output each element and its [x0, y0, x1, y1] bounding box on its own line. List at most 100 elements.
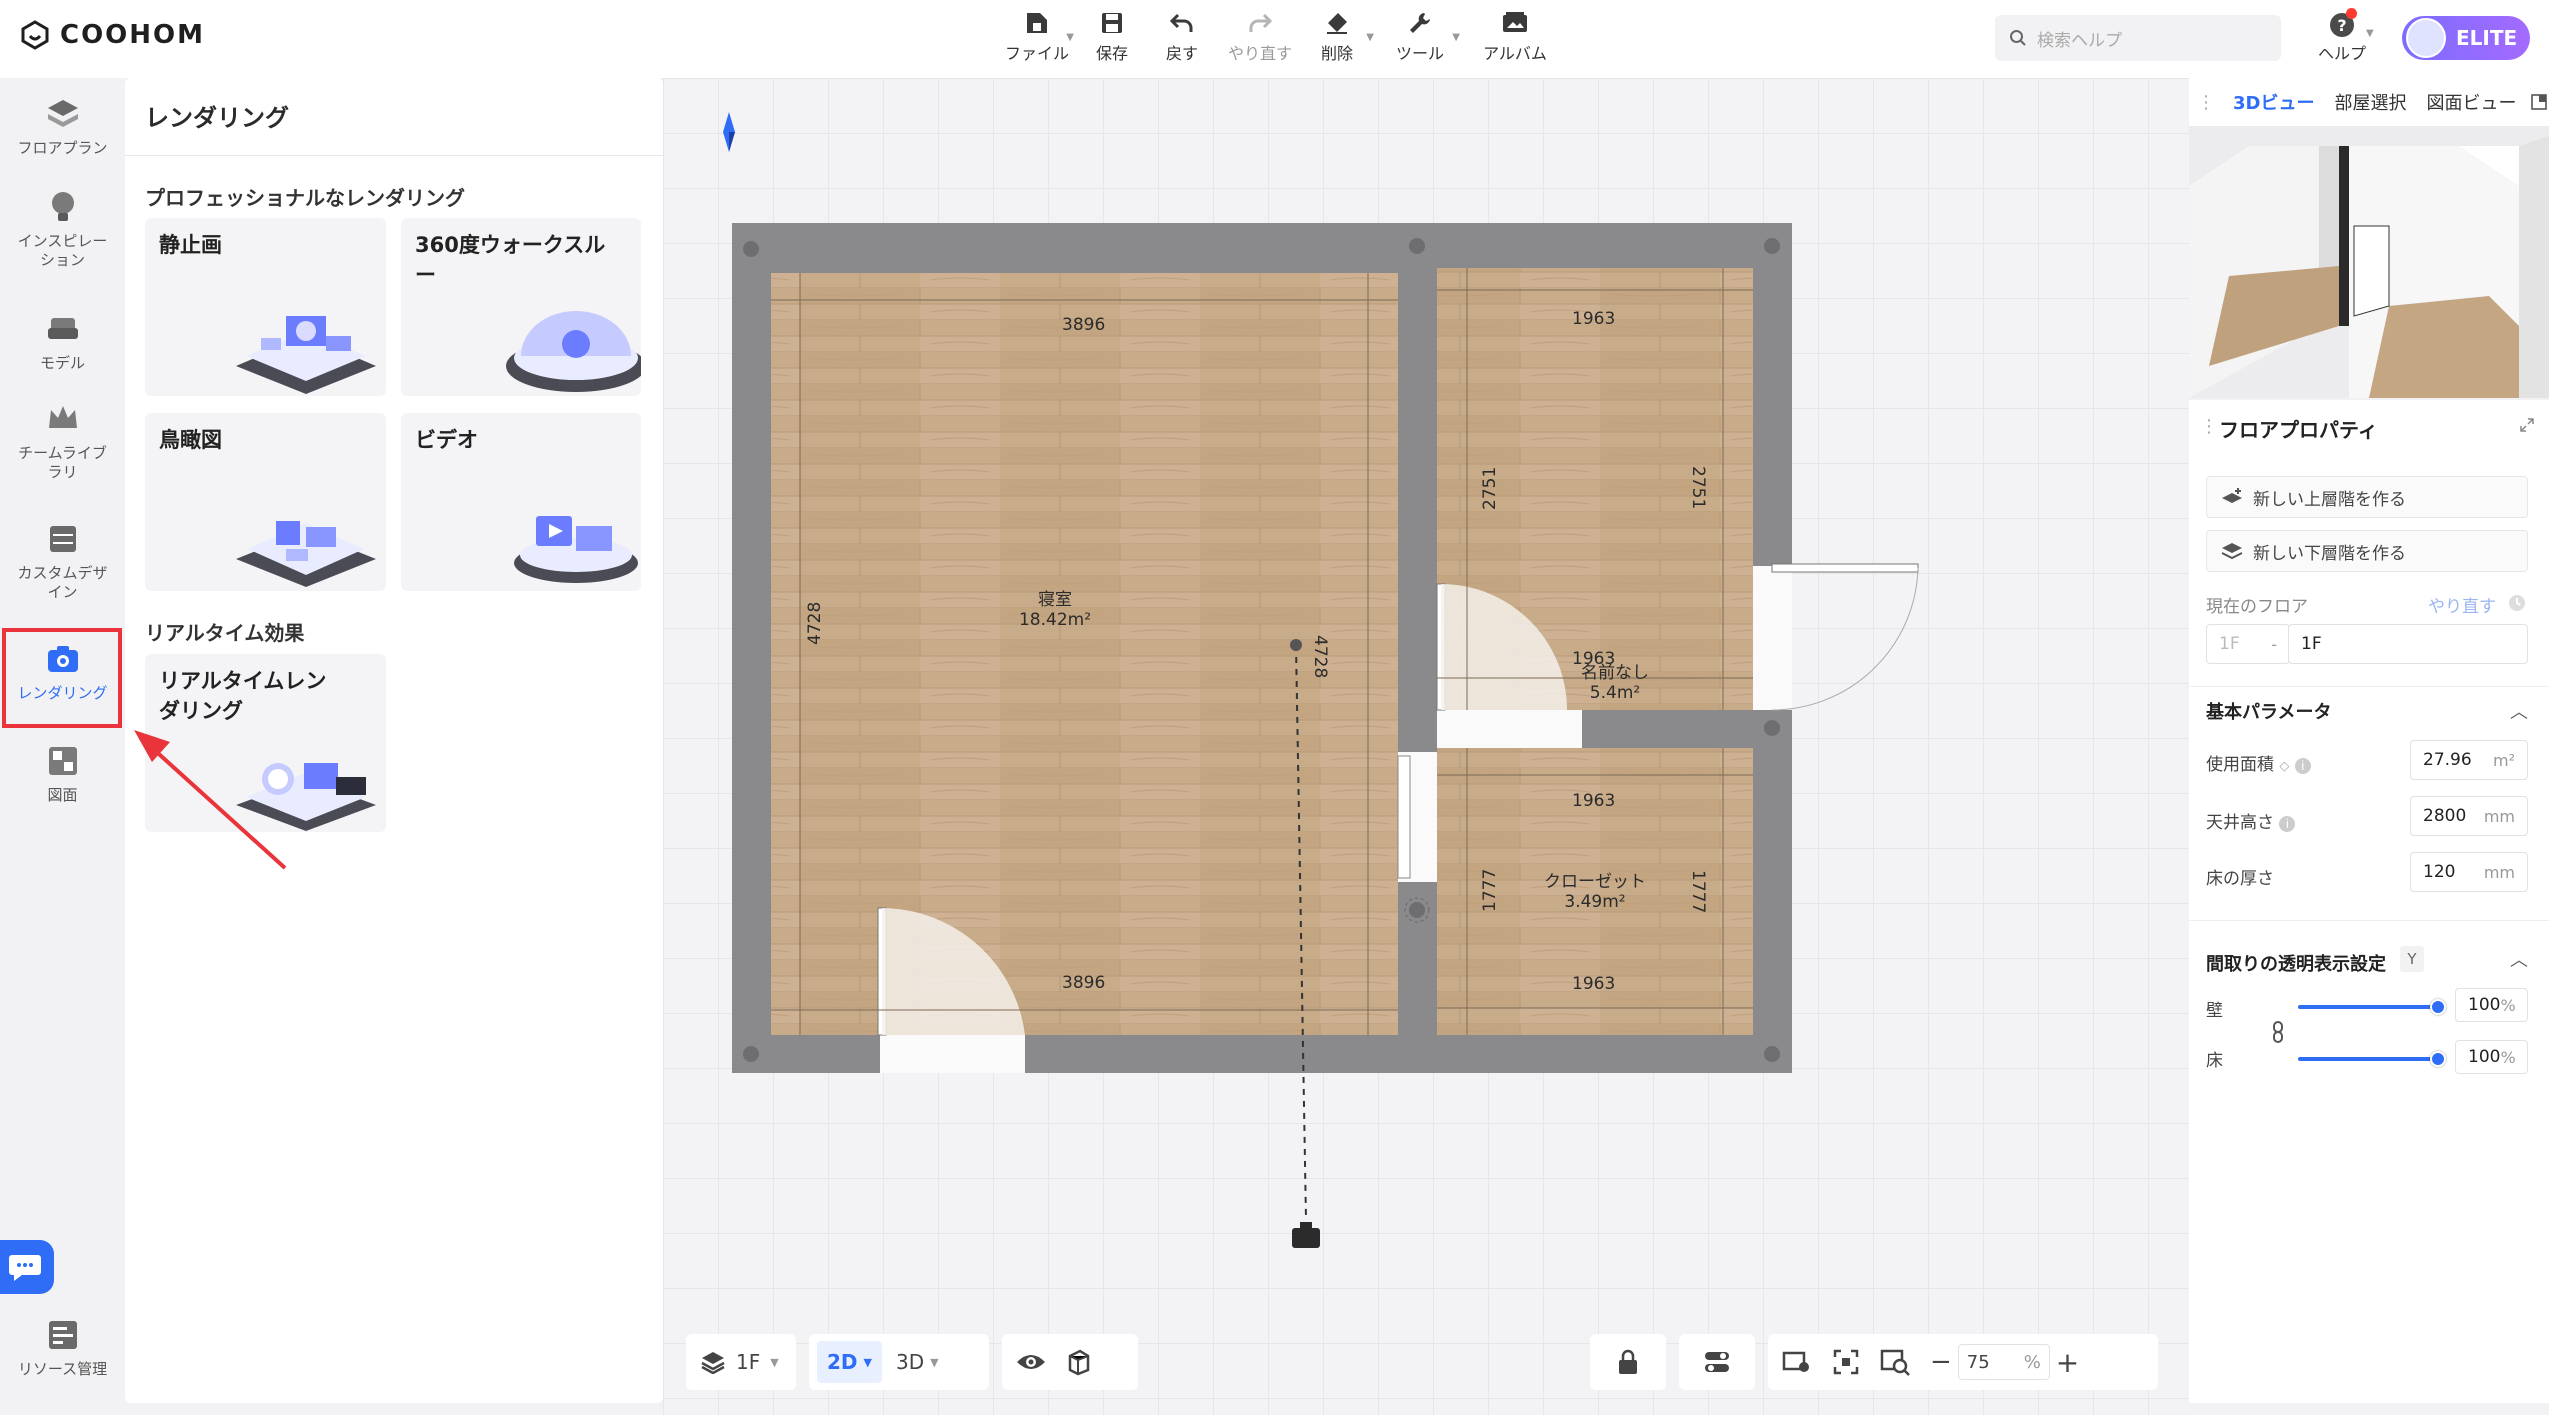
view-settings-icon[interactable]	[1782, 1349, 1812, 1375]
room-name-closet: クローゼット	[1544, 872, 1646, 892]
crown-icon	[48, 406, 77, 428]
drag-handle-icon[interactable]: ⋮	[2200, 416, 2218, 437]
wall-opacity-input[interactable]: 100%	[2455, 988, 2528, 1022]
collapse-chevron-icon[interactable]: ︿	[2510, 946, 2528, 972]
drag-handle-icon[interactable]: ⋮	[2189, 92, 2223, 113]
nav-inspiration[interactable]: インスピレーション	[0, 188, 125, 270]
undo-button[interactable]: 戻す	[1150, 10, 1214, 70]
floor-opacity-knob[interactable]	[2430, 1051, 2446, 1067]
clock-icon	[2509, 595, 2525, 611]
link-icon[interactable]	[2270, 1020, 2286, 1044]
expand-icon[interactable]	[2520, 418, 2534, 432]
room-label-closet[interactable]: クローゼット 3.49m²	[1530, 872, 1660, 912]
floor-prefix-select[interactable]: 1F -	[2206, 624, 2290, 664]
door-opening-entrance[interactable]	[880, 1035, 1025, 1073]
divider	[2189, 920, 2549, 921]
mode-2d-button[interactable]: 2D ▼	[817, 1341, 882, 1383]
collapse-chevron-icon[interactable]: ︿	[2510, 698, 2528, 724]
inner-wall-horizontal[interactable]	[1582, 710, 1792, 748]
usable-area-input[interactable]: 27.96 m²	[2410, 740, 2528, 780]
new-upper-floor-label: 新しい上層階を作る	[2253, 489, 2406, 510]
delete-label: 削除	[1320, 44, 1353, 63]
door-leaf-exterior[interactable]	[1771, 563, 1919, 573]
help-button[interactable]: ? ヘルプ	[2312, 12, 2372, 68]
floor-thickness-input[interactable]: 120 mm	[2410, 852, 2528, 892]
delete-button[interactable]: 削除 ▼	[1300, 10, 1374, 70]
door-opening-corridor[interactable]	[1437, 710, 1582, 748]
nav-drawing[interactable]: 図面	[0, 742, 125, 805]
door-opening-exterior[interactable]	[1753, 566, 1792, 710]
redo-icon	[1249, 13, 1273, 32]
wall-opacity-knob[interactable]	[2430, 999, 2446, 1015]
tab-3d-view[interactable]: 3Dビュー	[2223, 89, 2324, 115]
redo-button[interactable]: やり直す	[1220, 10, 1300, 70]
cabinet-icon	[49, 526, 76, 552]
corner-post	[1409, 238, 1425, 254]
floor-prefix-value: 1F	[2219, 634, 2240, 654]
tab-plan-view[interactable]: 図面ビュー	[2416, 89, 2526, 115]
eye-icon[interactable]	[1016, 1352, 1046, 1372]
window-bedroom-right[interactable]	[1397, 755, 1411, 879]
card-still-title: 静止画	[159, 233, 222, 257]
notification-dot	[2346, 8, 2357, 19]
floor-opacity-slider[interactable]	[2298, 1057, 2438, 1061]
toggle-settings-icon[interactable]	[1703, 1349, 1731, 1375]
chat-button[interactable]	[0, 1240, 54, 1294]
settings-toolbar	[1679, 1334, 1755, 1390]
room-label-unnamed[interactable]: 名前なし 5.4m²	[1560, 663, 1670, 703]
popout-icon[interactable]	[2530, 93, 2548, 111]
dim-closet-left: 1777	[1480, 868, 1500, 912]
dim-closet-bottom: 1963	[1572, 974, 1616, 994]
floorplan-drawing[interactable]	[700, 200, 1940, 1280]
new-upper-floor-button[interactable]: 新しい上層階を作る	[2206, 476, 2528, 518]
nav-team-library[interactable]: チームライブラリ	[0, 400, 125, 482]
floor-selector[interactable]: 1F ▼	[686, 1334, 796, 1390]
compass-icon[interactable]	[722, 112, 736, 152]
zoom-region-icon[interactable]	[1880, 1348, 1910, 1376]
walkthrough-illustration	[506, 311, 641, 392]
floor-redo-link[interactable]: やり直す	[2428, 592, 2496, 617]
card-video[interactable]: ビデオ	[401, 413, 641, 591]
mode-3d-button[interactable]: 3D ▼	[886, 1341, 949, 1383]
user-avatar-badge[interactable]: ELITE	[2402, 16, 2530, 60]
card-still-image[interactable]: 静止画	[145, 218, 386, 396]
cube-view-icon[interactable]	[1064, 1348, 1092, 1376]
camera-icon-canvas[interactable]	[1292, 1228, 1320, 1248]
camera-target-handle[interactable]	[1290, 639, 1302, 651]
camera-lens-canvas	[1300, 1222, 1312, 1229]
zoom-in-button[interactable]: +	[2056, 1346, 2079, 1379]
album-button[interactable]: アルバム	[1475, 10, 1555, 70]
fit-screen-icon[interactable]	[1832, 1348, 1860, 1376]
nav-custom-design[interactable]: カスタムデザイン	[0, 520, 125, 602]
dim-closet-top: 1963	[1572, 791, 1616, 811]
room-bedroom[interactable]	[771, 273, 1398, 1035]
zoom-out-button[interactable]: −	[1930, 1347, 1952, 1377]
lock-icon[interactable]	[1617, 1349, 1639, 1375]
nav-drawing-label: 図面	[47, 786, 78, 804]
nav-model[interactable]: モデル	[0, 310, 125, 373]
file-menu-button[interactable]: ファイル ▼	[1000, 10, 1074, 70]
nav-floorplan[interactable]: フロアプラン	[0, 95, 125, 158]
nav-resources[interactable]: リソース管理	[0, 1316, 125, 1379]
card-aerial-view[interactable]: 鳥瞰図	[145, 413, 386, 591]
room-area-closet: 3.49m²	[1564, 892, 1626, 912]
chat-icon	[9, 1255, 41, 1281]
help-search-input[interactable]: 検索ヘルプ	[1995, 15, 2281, 61]
wall-opacity-slider[interactable]	[2298, 1005, 2438, 1009]
tab-room-select[interactable]: 部屋選択	[2324, 89, 2416, 115]
floor-opacity-input[interactable]: 100%	[2455, 1040, 2528, 1074]
new-lower-floor-button[interactable]: 新しい下層階を作る	[2206, 530, 2528, 572]
tools-menu-button[interactable]: ツール ▼	[1380, 10, 1460, 70]
zoom-input[interactable]: 75 %	[1957, 1344, 2050, 1380]
room-label-bedroom[interactable]: 寝室 18.42m²	[1000, 590, 1110, 630]
card-360-walkthrough[interactable]: 360度ウォークスルー	[401, 218, 641, 396]
corner-post	[1764, 1046, 1780, 1062]
save-button[interactable]: 保存	[1080, 10, 1144, 70]
floor-name-input[interactable]: 1F	[2288, 624, 2528, 664]
aerial-view-illustration	[236, 521, 376, 587]
display-tools	[1002, 1334, 1138, 1390]
floor-name-value: 1F	[2301, 634, 2322, 654]
ceiling-height-input[interactable]: 2800 mm	[2410, 796, 2528, 836]
logo[interactable]: COOHOM	[20, 20, 205, 50]
3d-preview[interactable]	[2189, 126, 2549, 398]
